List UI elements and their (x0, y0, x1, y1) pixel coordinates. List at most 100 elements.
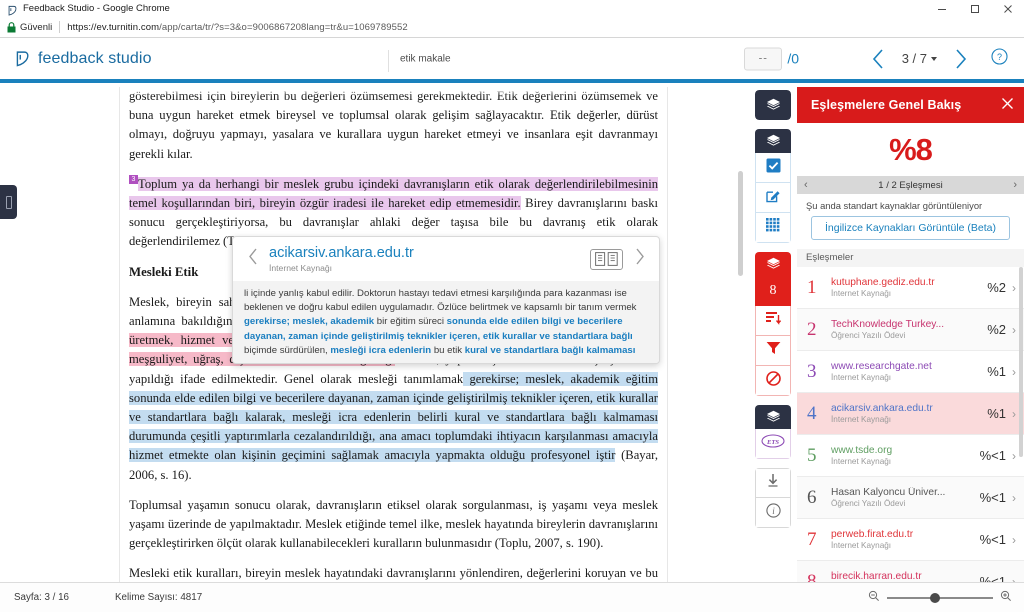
match-card-excerpt: li içinde yanlış kabul edilir. Doktorun … (233, 281, 659, 363)
tool-info-circle[interactable]: i (755, 498, 791, 528)
tool-group-toggle-similarity-tools[interactable] (755, 252, 791, 276)
tool-download[interactable] (755, 468, 791, 498)
match-source-type: İnternet Kaynağı (831, 541, 892, 550)
zoom-out-icon[interactable] (868, 589, 880, 607)
document-run: gösterebilmesi için bireylerin bu değerl… (129, 89, 658, 161)
match-index: 3 (807, 360, 817, 382)
match-pager-prev[interactable]: ‹ (804, 179, 808, 191)
exclude-sources-icon (765, 370, 781, 391)
match-overview-sidebar: Eşleşmelere Genel Bakış %8 ‹ 1 / 2 Eşleş… (797, 87, 1024, 582)
close-window-button[interactable] (991, 0, 1024, 17)
match-list-item[interactable]: 1 kutuphane.gediz.edu.tr İnternet Kaynağı%… (797, 267, 1024, 309)
tool-group-misc-tools: i (755, 468, 791, 528)
match-source: kutuphane.gediz.edu.tr (831, 277, 935, 288)
close-icon[interactable] (1001, 97, 1014, 114)
match-index: 4 (807, 402, 817, 424)
chevron-right-icon[interactable]: › (1012, 575, 1016, 583)
zoom-control[interactable] (868, 589, 1012, 607)
sidebar-title: Eşleşmelere Genel Bakış (811, 98, 962, 112)
tool-checkmark-box[interactable] (755, 153, 791, 183)
tool-group-grading-tools (755, 90, 791, 120)
grade-display: -- /0 (744, 47, 799, 70)
browser-address-bar[interactable]: Güvenli https://ev.turnitin.com/app/cart… (0, 17, 1024, 38)
tool-filter-funnel[interactable] (755, 336, 791, 366)
excerpt-run: li içinde yanlış kabul edilir. Doktorun … (244, 288, 637, 314)
document-paragraph: Toplumsal yaşamın sonucu olarak, davranı… (129, 496, 658, 554)
tool-edit-pencil-box[interactable] (755, 183, 791, 213)
secure-lock-icon (7, 21, 16, 33)
match-card-source-url[interactable]: acikarsiv.ankara.edu.tr (269, 245, 590, 261)
tool-rubric-grid[interactable] (755, 213, 791, 243)
match-index: 5 (807, 444, 817, 466)
match-source: perweb.firat.edu.tr (831, 529, 914, 540)
similarity-match-count-badge[interactable]: 8 (755, 276, 791, 306)
matches-scrollbar[interactable] (1019, 267, 1023, 457)
tool-group-toggle-grading-tools[interactable] (755, 90, 791, 120)
sidebar-toggle-handle[interactable] (0, 185, 17, 219)
zoom-slider-knob[interactable] (930, 592, 940, 603)
chevron-right-icon[interactable]: › (1012, 449, 1016, 463)
matches-section-label: Eşleşmeler (797, 249, 1024, 267)
window-titlebar: Feedback Studio - Google Chrome (0, 0, 1024, 17)
view-english-sources-button[interactable]: İngilizce Kaynakları Görüntüle (Beta) (811, 216, 1010, 240)
feedback-studio-logo[interactable]: feedback studio (14, 50, 152, 68)
ets-logo-icon: ETS (761, 434, 785, 453)
match-percent: %<1 (979, 574, 1006, 582)
sidebar-header: Eşleşmelere Genel Bakış (797, 87, 1024, 123)
match-source: Hasan Kalyoncu Üniver... (831, 487, 946, 498)
tool-group-toggle-ets-tools[interactable] (755, 405, 791, 429)
document-paragraph: gösterebilmesi için bireylerin bu değerl… (129, 87, 658, 164)
match-source: www.researchgate.net (831, 361, 932, 372)
chevron-right-icon[interactable]: › (1012, 365, 1016, 379)
match-info: www.researchgate.net İnternet Kaynağı (831, 361, 987, 382)
zoom-in-icon[interactable] (1000, 589, 1012, 607)
window-controls (925, 0, 1024, 17)
feedback-studio-logo-text: feedback studio (38, 49, 152, 67)
page-indicator-dropdown[interactable]: 3 / 7 (902, 51, 937, 66)
grade-value-box[interactable]: -- (744, 47, 783, 70)
match-list-item[interactable]: 7 perweb.firat.edu.tr İnternet Kaynağı %<1 › (797, 519, 1024, 561)
chevron-right-icon[interactable]: › (1012, 323, 1016, 337)
chevron-right-icon[interactable]: › (1012, 407, 1016, 421)
match-list-item[interactable]: 2 TechKnowledge Turkey... Öğrenci Yazılı Ö… (797, 309, 1024, 351)
chevron-right-icon[interactable]: › (1012, 281, 1016, 295)
next-page-button[interactable] (953, 48, 968, 70)
tool-ets-logo[interactable]: ETS (755, 429, 791, 459)
match-info: kutuphane.gediz.edu.tr İnternet Kaynağı (831, 277, 987, 298)
maximize-button[interactable] (958, 0, 991, 17)
tool-exclude-sources[interactable] (755, 366, 791, 396)
match-detail-card[interactable]: acikarsiv.ankara.edu.tr İnternet Kaynağı (232, 236, 660, 364)
page-indicator-label: 3 / 7 (901, 51, 927, 66)
help-button[interactable]: ? (991, 47, 1008, 70)
sources-note: Şu anda standart kaynaklar görüntüleniyo… (797, 194, 1024, 216)
tool-group-toggle-grademark-tools[interactable] (755, 129, 791, 153)
tool-match-breakdown[interactable] (755, 306, 791, 336)
match-source: acikarsiv.ankara.edu.tr (831, 403, 933, 414)
rubric-grid-icon (766, 218, 780, 237)
match-list-item[interactable]: 4 acikarsiv.ankara.edu.tr İnternet Kaynağı… (797, 393, 1024, 435)
excerpt-run: biçimde sürdürülen, (244, 344, 331, 356)
svg-text:?: ? (997, 52, 1002, 62)
match-card-next-button[interactable] (627, 247, 651, 271)
match-card-prev-button[interactable] (241, 247, 265, 271)
match-marker-badge[interactable]: 3 (129, 174, 138, 184)
match-list-item[interactable]: 8 birecik.harran.edu.trİnternet Kaynağı%<… (797, 561, 1024, 582)
document-scrollbar[interactable] (738, 171, 743, 276)
similarity-score: %8 (889, 131, 933, 167)
beta-button-wrap: İngilizce Kaynakları Görüntüle (Beta) (797, 216, 1024, 249)
match-pager: ‹ 1 / 2 Eşleşmesi › (797, 176, 1024, 194)
excerpt-run: kural ve standartlara bağlı kalmaması (464, 344, 636, 356)
match-list-item[interactable]: 6 Hasan Kalyoncu Üniver... Öğrenci Yazılı … (797, 477, 1024, 519)
chevron-right-icon[interactable]: › (1012, 533, 1016, 547)
previous-page-button[interactable] (871, 48, 886, 70)
side-by-side-compare-icon[interactable] (590, 248, 623, 270)
match-source-type: Öğrenci Yazılı Ödevi (831, 499, 906, 508)
chevron-right-icon[interactable]: › (1012, 491, 1016, 505)
match-list-item[interactable]: 5 www.tsde.org İnternet Kaynağı %<1 › (797, 435, 1024, 477)
match-list-item[interactable]: 3 www.researchgate.net İnternet Kaynağı %1 › (797, 351, 1024, 393)
zoom-slider[interactable] (887, 592, 993, 603)
match-percent: %1 (987, 364, 1006, 379)
matches-list[interactable]: 1 kutuphane.gediz.edu.tr İnternet Kaynağı%… (797, 267, 1024, 582)
match-pager-next[interactable]: › (1013, 179, 1017, 191)
minimize-button[interactable] (925, 0, 958, 17)
